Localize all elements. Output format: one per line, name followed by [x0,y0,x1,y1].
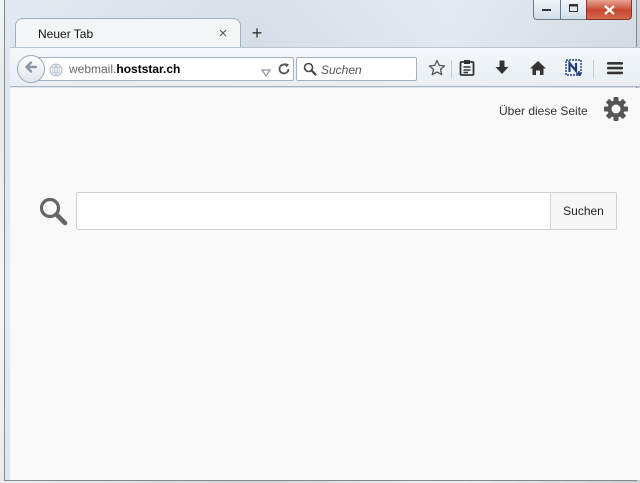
maximize-button[interactable] [560,0,586,20]
maximize-icon [568,3,579,16]
url-host: hoststar.ch [116,62,181,76]
menu-icon[interactable] [605,58,625,78]
bookmark-star-icon[interactable] [427,58,447,78]
search-icon [303,62,317,81]
dropdown-icon[interactable] [260,64,272,82]
url-text: webmail.hoststar.ch [69,62,180,76]
download-icon[interactable] [492,58,512,78]
gear-icon[interactable] [603,96,629,127]
minimize-button[interactable] [533,0,560,20]
tab-strip: Neuer Tab × + [9,18,609,48]
new-tab-button[interactable]: + [247,22,267,44]
extension-n-icon[interactable] [564,58,584,78]
browser-window: Neuer Tab × + webmail.hoststar.ch Suchen… [4,0,640,481]
navigation-toolbar: webmail.hoststar.ch [10,47,640,87]
globe-icon [49,63,63,82]
search-icon [38,196,68,231]
search-submit-button[interactable]: Suchen [550,193,616,229]
tab-neuer-tab[interactable]: Neuer Tab × [15,18,241,48]
about-page-link[interactable]: Über diese Seite [499,104,588,118]
toolbar-separator [593,60,594,78]
tab-title: Neuer Tab [38,26,94,41]
back-button[interactable] [17,55,45,83]
new-tab-page: Über diese Seite Suchen [10,88,640,480]
close-icon [603,3,615,17]
toolbar-separator [451,60,452,78]
web-search-input[interactable] [77,193,550,229]
home-icon[interactable] [528,58,548,78]
url-bar[interactable]: webmail.hoststar.ch [32,57,294,81]
reading-list-icon[interactable] [457,58,477,78]
close-window-button[interactable] [586,0,632,20]
search-bar[interactable] [296,57,417,81]
web-search-form: Suchen [76,192,617,230]
search-bar-input[interactable] [321,61,413,78]
back-icon [23,59,39,80]
minimize-icon [542,5,552,15]
reload-icon[interactable] [277,62,291,81]
tab-close-icon[interactable]: × [216,25,230,42]
url-prefix: webmail. [69,62,117,76]
